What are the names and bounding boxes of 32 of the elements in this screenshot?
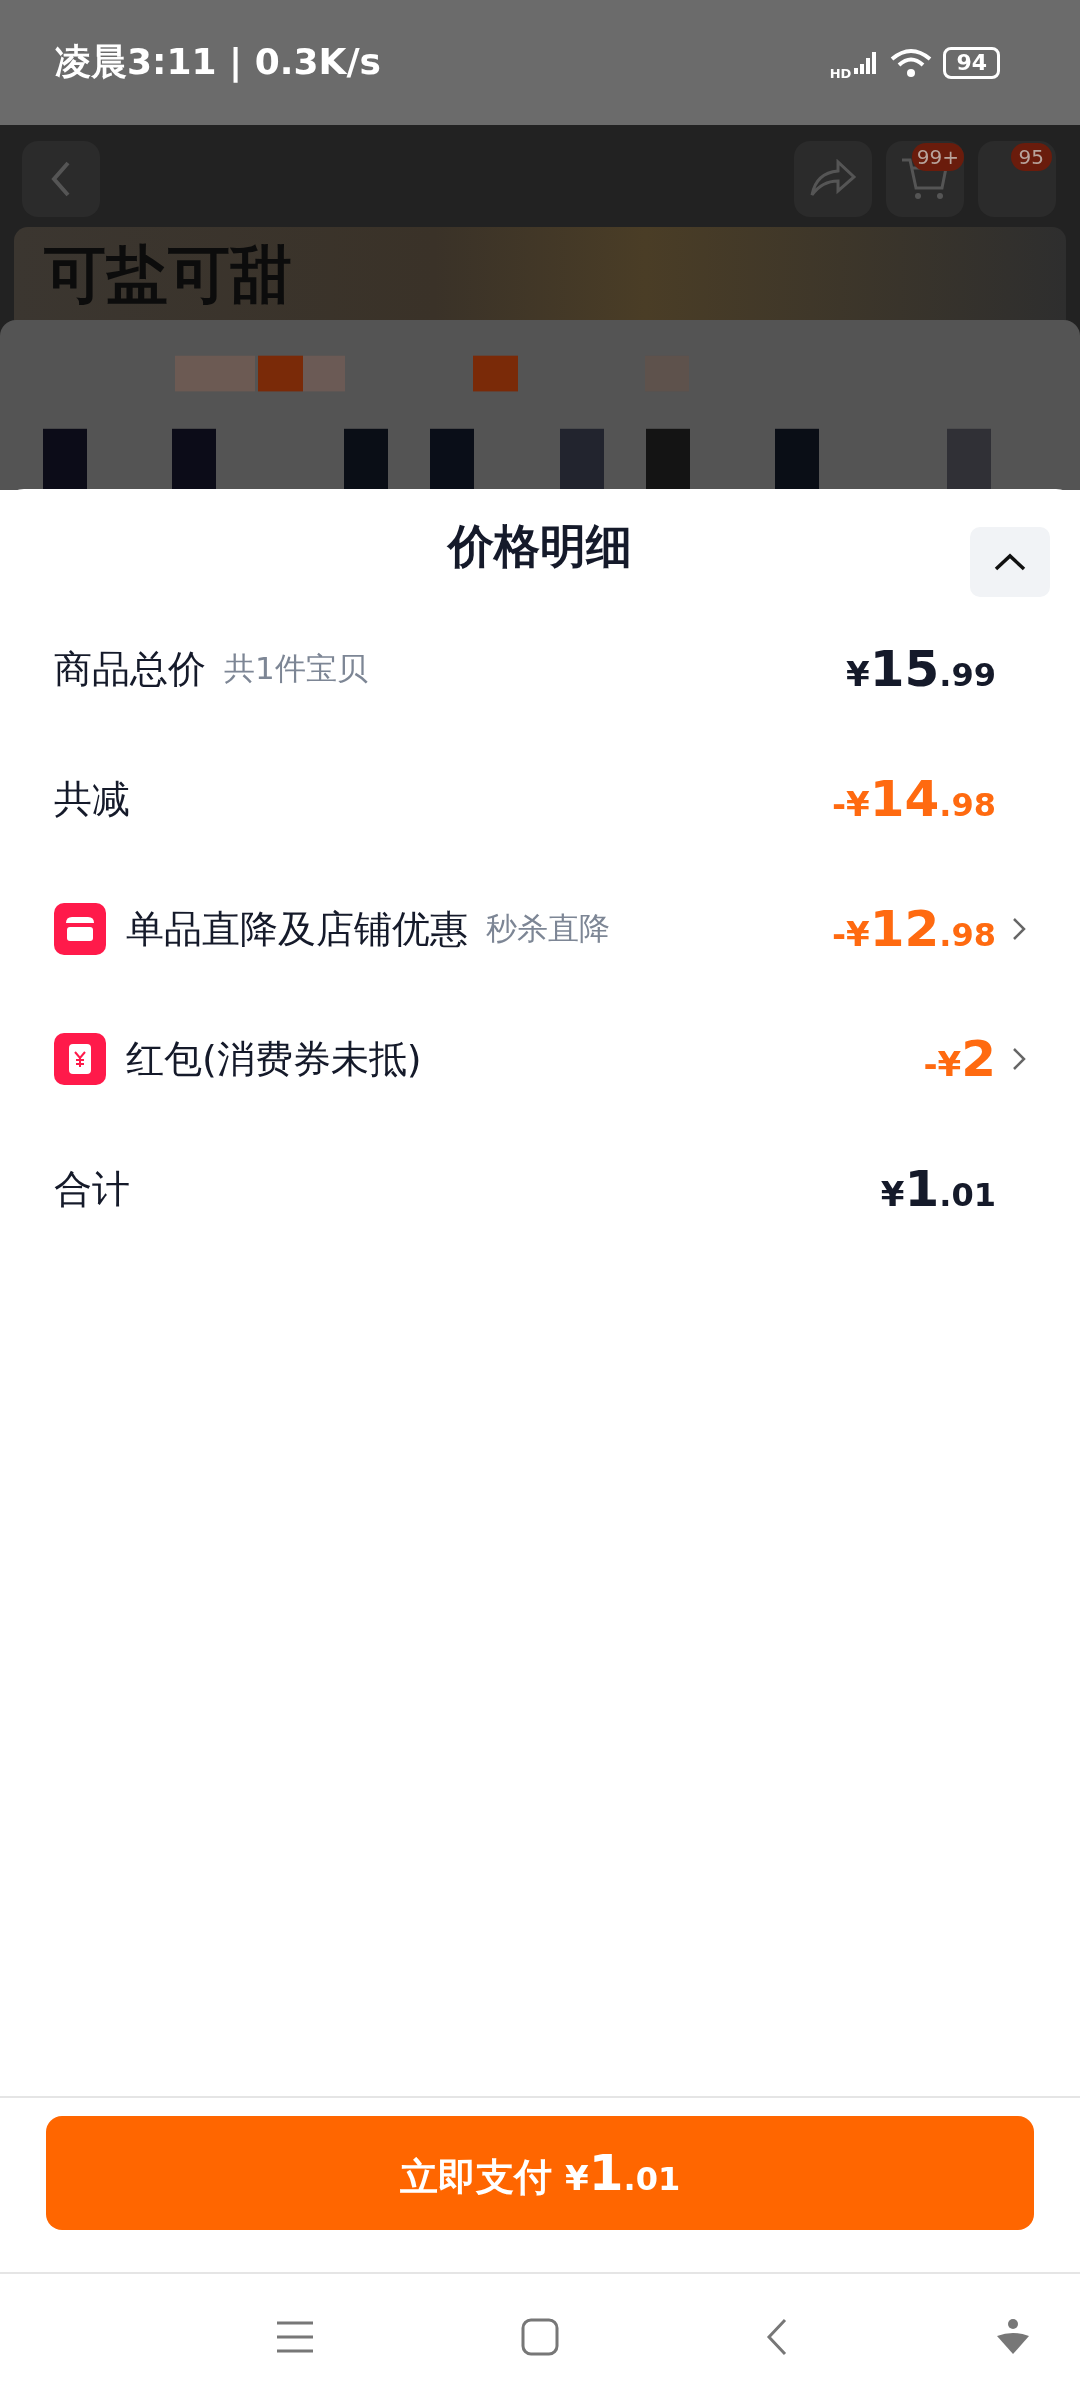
cart-badge: 99+ bbox=[911, 143, 964, 171]
coupon-icon bbox=[54, 1033, 106, 1085]
home-icon[interactable] bbox=[521, 2318, 559, 2356]
row-note: 共1件宝贝 bbox=[224, 649, 368, 688]
amount: -¥12.98 bbox=[831, 900, 996, 958]
row-note: 秒杀直降 bbox=[486, 909, 610, 948]
status-time: 凌晨3:11 | 0.3K/s bbox=[55, 40, 381, 85]
menu-icon[interactable] bbox=[275, 2319, 315, 2355]
wifi-icon bbox=[889, 47, 934, 78]
amount: ¥1.01 bbox=[880, 1160, 996, 1218]
sheet-title: 价格明细 bbox=[448, 517, 632, 575]
shop-icon bbox=[54, 903, 106, 955]
row-label: 合计 bbox=[54, 1165, 130, 1213]
pay-button[interactable]: 立即支付 ¥1.01 bbox=[46, 2116, 1034, 2230]
row-label: 单品直降及店铺优惠 bbox=[126, 905, 468, 953]
share-button[interactable] bbox=[794, 141, 872, 217]
row-label: 红包(消费券未抵) bbox=[126, 1035, 422, 1083]
back-icon[interactable] bbox=[765, 2318, 789, 2356]
cart-button[interactable]: 99+ bbox=[886, 141, 964, 217]
battery-level: 94 bbox=[956, 49, 987, 75]
row-label: 商品总价 bbox=[54, 645, 206, 693]
collapse-button[interactable] bbox=[970, 527, 1050, 597]
share-icon bbox=[808, 159, 858, 199]
amount: -¥14.98 bbox=[831, 770, 996, 828]
message-badge: 95 bbox=[1010, 143, 1052, 171]
assistant-icon[interactable] bbox=[995, 2318, 1031, 2356]
amount: ¥15.99 bbox=[846, 640, 996, 698]
amount: -¥2 bbox=[923, 1030, 996, 1088]
network-label: HD bbox=[829, 66, 852, 81]
row-label: 共减 bbox=[54, 775, 130, 823]
chevron-up-icon bbox=[993, 552, 1027, 572]
message-button[interactable]: 95 bbox=[978, 141, 1056, 217]
